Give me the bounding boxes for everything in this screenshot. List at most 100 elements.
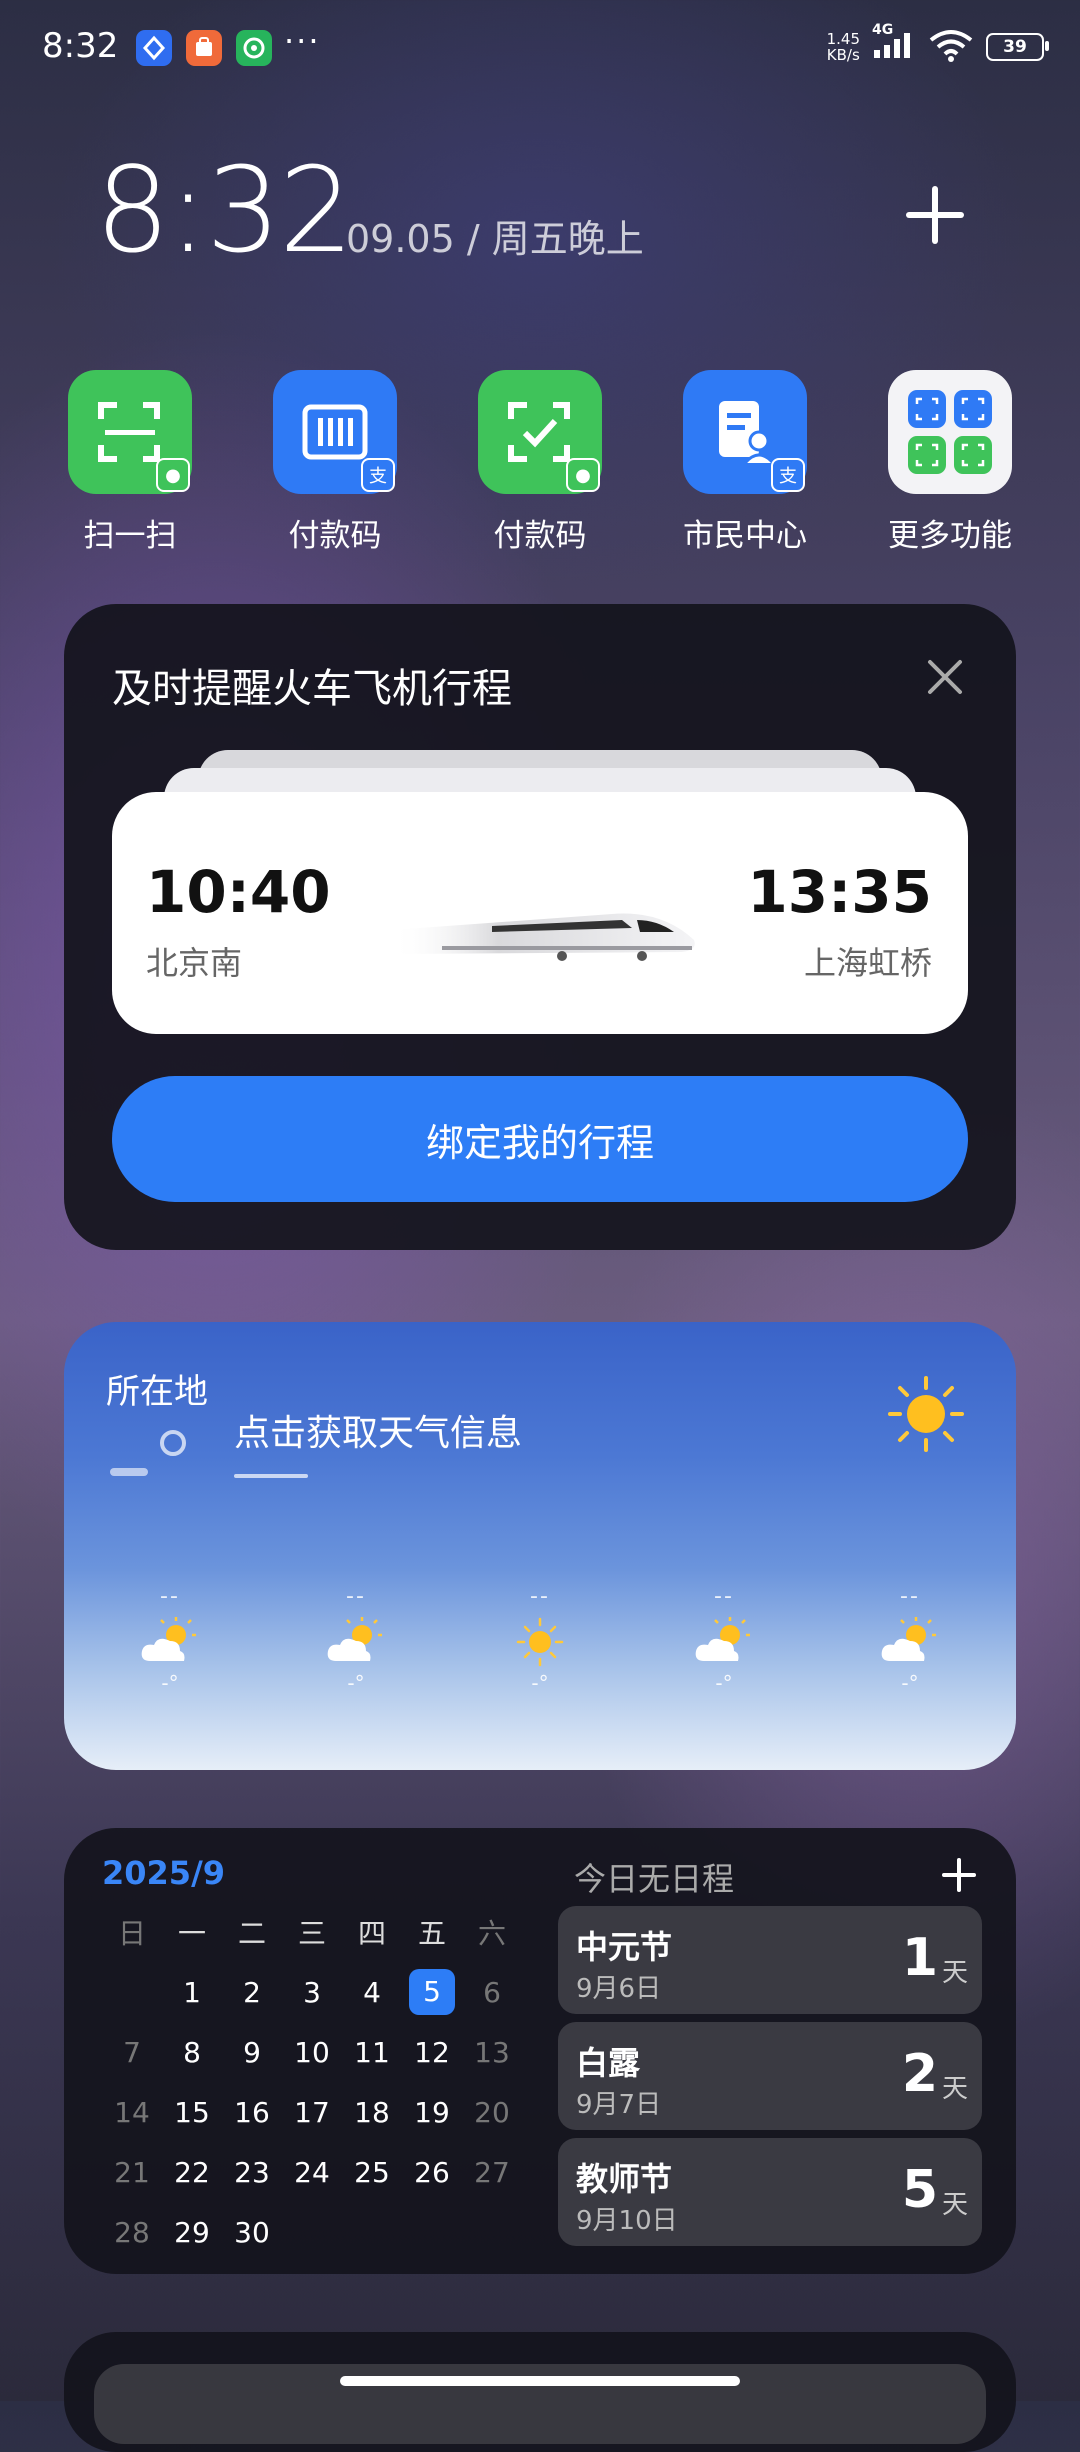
- status-time: 8:32: [42, 26, 119, 66]
- weekday-label: 四: [357, 1917, 386, 1950]
- app-notification-icon-2: [186, 30, 222, 66]
- weekday-label: 五: [417, 1917, 446, 1950]
- citizen-center-icon: 支: [683, 370, 807, 494]
- calendar-day[interactable]: 2: [222, 1976, 282, 2009]
- calendar-day[interactable]: 12: [402, 2036, 462, 2069]
- calendar-day[interactable]: 30: [222, 2216, 282, 2249]
- net-speed: 1.45 KB/s: [826, 30, 860, 64]
- battery-icon: 39: [986, 33, 1049, 61]
- calendar-day[interactable]: 9: [222, 2036, 282, 2069]
- shortcut-wechat-pay[interactable]: ● 付款码: [465, 370, 615, 555]
- no-event-label: 今日无日程: [574, 1860, 735, 1898]
- home-indicator[interactable]: [340, 2376, 740, 2386]
- calendar-day[interactable]: 25: [342, 2156, 402, 2189]
- signal-icon: 4G: [872, 22, 916, 64]
- payment-code-icon: ●: [478, 370, 602, 494]
- calendar-week: 21 22 23 24 25 26 27: [102, 2142, 564, 2202]
- weekday-label: 日: [117, 1917, 146, 1950]
- holiday-countdown-item[interactable]: 中元节 9月6日 1 天: [558, 1906, 982, 2014]
- calendar-day[interactable]: 18: [342, 2096, 402, 2129]
- shortcut-label: 更多功能: [888, 518, 1012, 554]
- sun-icon: [508, 1615, 572, 1669]
- calendar-day[interactable]: 17: [282, 2096, 342, 2129]
- wechat-badge-icon: ●: [566, 458, 600, 492]
- calendar-day[interactable]: 21: [102, 2156, 162, 2189]
- calendar-day[interactable]: 15: [162, 2096, 222, 2129]
- shortcut-more-functions[interactable]: 更多功能: [875, 370, 1025, 555]
- calendar-day[interactable]: 6: [462, 1976, 522, 2009]
- shortcut-label: 扫一扫: [83, 518, 177, 554]
- alipay-badge-icon: 支: [771, 458, 805, 492]
- calendar-card[interactable]: 2025/9 日 一 二 三 四 五 六 1 2 3 4 5 6 7 8 9 1…: [64, 1828, 1016, 2274]
- calendar-day[interactable]: 19: [402, 2096, 462, 2129]
- calendar-day[interactable]: 26: [402, 2156, 462, 2189]
- calendar-day[interactable]: 16: [222, 2096, 282, 2129]
- trip-card-title: 及时提醒火车飞机行程: [112, 666, 512, 712]
- calendar-month: 2025/9: [102, 1854, 226, 1892]
- weather-card[interactable]: 所在地 点击获取天气信息 -- -° -- -° -- -° -- -° -- …: [64, 1322, 1016, 1770]
- calendar-day[interactable]: 10: [282, 2036, 342, 2069]
- shortcut-scan[interactable]: ● 扫一扫: [55, 370, 205, 555]
- holiday-name: 教师节: [576, 2160, 673, 2198]
- forecast-day: -- -°: [480, 1584, 600, 1695]
- weather-prompt[interactable]: 点击获取天气信息: [234, 1404, 522, 1456]
- calendar-day[interactable]: 3: [282, 1976, 342, 2009]
- calendar-day[interactable]: 23: [222, 2156, 282, 2189]
- partly-cloudy-icon: [878, 1615, 942, 1669]
- shortcut-citizen-center[interactable]: 支 市民中心: [670, 370, 820, 555]
- big-clock[interactable]: 8:32: [95, 150, 354, 270]
- holiday-days-left: 1: [901, 1928, 938, 1988]
- partly-cloudy-icon: [692, 1615, 756, 1669]
- calendar-day[interactable]: 1: [162, 1976, 222, 2009]
- date-line[interactable]: 09.05 / 周五晚上: [346, 208, 644, 263]
- weather-location: 所在地: [106, 1372, 208, 1412]
- weather-prompt-underline: [234, 1474, 308, 1478]
- calendar-day[interactable]: 20: [462, 2096, 522, 2129]
- calendar-day[interactable]: 22: [162, 2156, 222, 2189]
- holiday-date: 9月6日: [576, 1974, 662, 2004]
- calendar-day-today[interactable]: 5: [402, 1969, 462, 2015]
- wifi-icon: [928, 28, 974, 66]
- holiday-countdown-item[interactable]: 教师节 9月10日 5 天: [558, 2138, 982, 2246]
- holiday-countdown-item[interactable]: 白露 9月7日 2 天: [558, 2022, 982, 2130]
- weekday-label: 六: [477, 1917, 506, 1950]
- calendar-day[interactable]: 27: [462, 2156, 522, 2189]
- calendar-day[interactable]: 14: [102, 2096, 162, 2129]
- holiday-days-unit: 天: [941, 1958, 968, 1988]
- shortcut-label: 付款码: [493, 518, 587, 554]
- calendar-day[interactable]: 4: [342, 1976, 402, 2009]
- sun-icon: [888, 1376, 964, 1452]
- holiday-name: 中元节: [576, 1928, 673, 1966]
- forecast-day: -- -°: [296, 1584, 416, 1695]
- shortcut-alipay-pay[interactable]: 支 付款码: [260, 370, 410, 555]
- arrive-station: 上海虹桥: [803, 944, 932, 982]
- add-event-button[interactable]: [940, 1856, 978, 1894]
- trip-reminder-card[interactable]: 及时提醒火车飞机行程 10:40 北京南 13:35 上海虹桥 绑定我的行程: [64, 604, 1016, 1250]
- status-indicators: 1.45 KB/s 4G 39: [826, 22, 1049, 66]
- wechat-scan-icon: ●: [68, 370, 192, 494]
- weekday-label: 一: [177, 1917, 206, 1950]
- calendar-day[interactable]: 8: [162, 2036, 222, 2069]
- calendar-day[interactable]: 24: [282, 2156, 342, 2189]
- degree-symbol: [160, 1430, 186, 1456]
- partly-cloudy-icon: [324, 1615, 388, 1669]
- close-button[interactable]: [926, 658, 964, 696]
- calendar-day[interactable]: 28: [102, 2216, 162, 2249]
- barcode-icon: 支: [273, 370, 397, 494]
- holiday-name: 白露: [576, 2044, 641, 2082]
- forecast-day: -- -°: [850, 1584, 970, 1695]
- calendar-day[interactable]: 7: [102, 2036, 162, 2069]
- calendar-day[interactable]: 13: [462, 2036, 522, 2069]
- holiday-days-unit: 天: [941, 2074, 968, 2104]
- holiday-date: 9月10日: [576, 2206, 678, 2236]
- train-icon: [382, 870, 712, 980]
- add-widget-button[interactable]: [900, 180, 970, 250]
- calendar-day[interactable]: 11: [342, 2036, 402, 2069]
- depart-time: 10:40: [146, 858, 331, 926]
- alipay-badge-icon: 支: [361, 458, 395, 492]
- calendar-day[interactable]: 29: [162, 2216, 222, 2249]
- bind-trip-button[interactable]: 绑定我的行程: [112, 1076, 968, 1202]
- app-notification-icon-3: [236, 30, 272, 66]
- sample-ticket: 10:40 北京南 13:35 上海虹桥: [112, 792, 968, 1034]
- depart-station: 北京南: [146, 944, 243, 982]
